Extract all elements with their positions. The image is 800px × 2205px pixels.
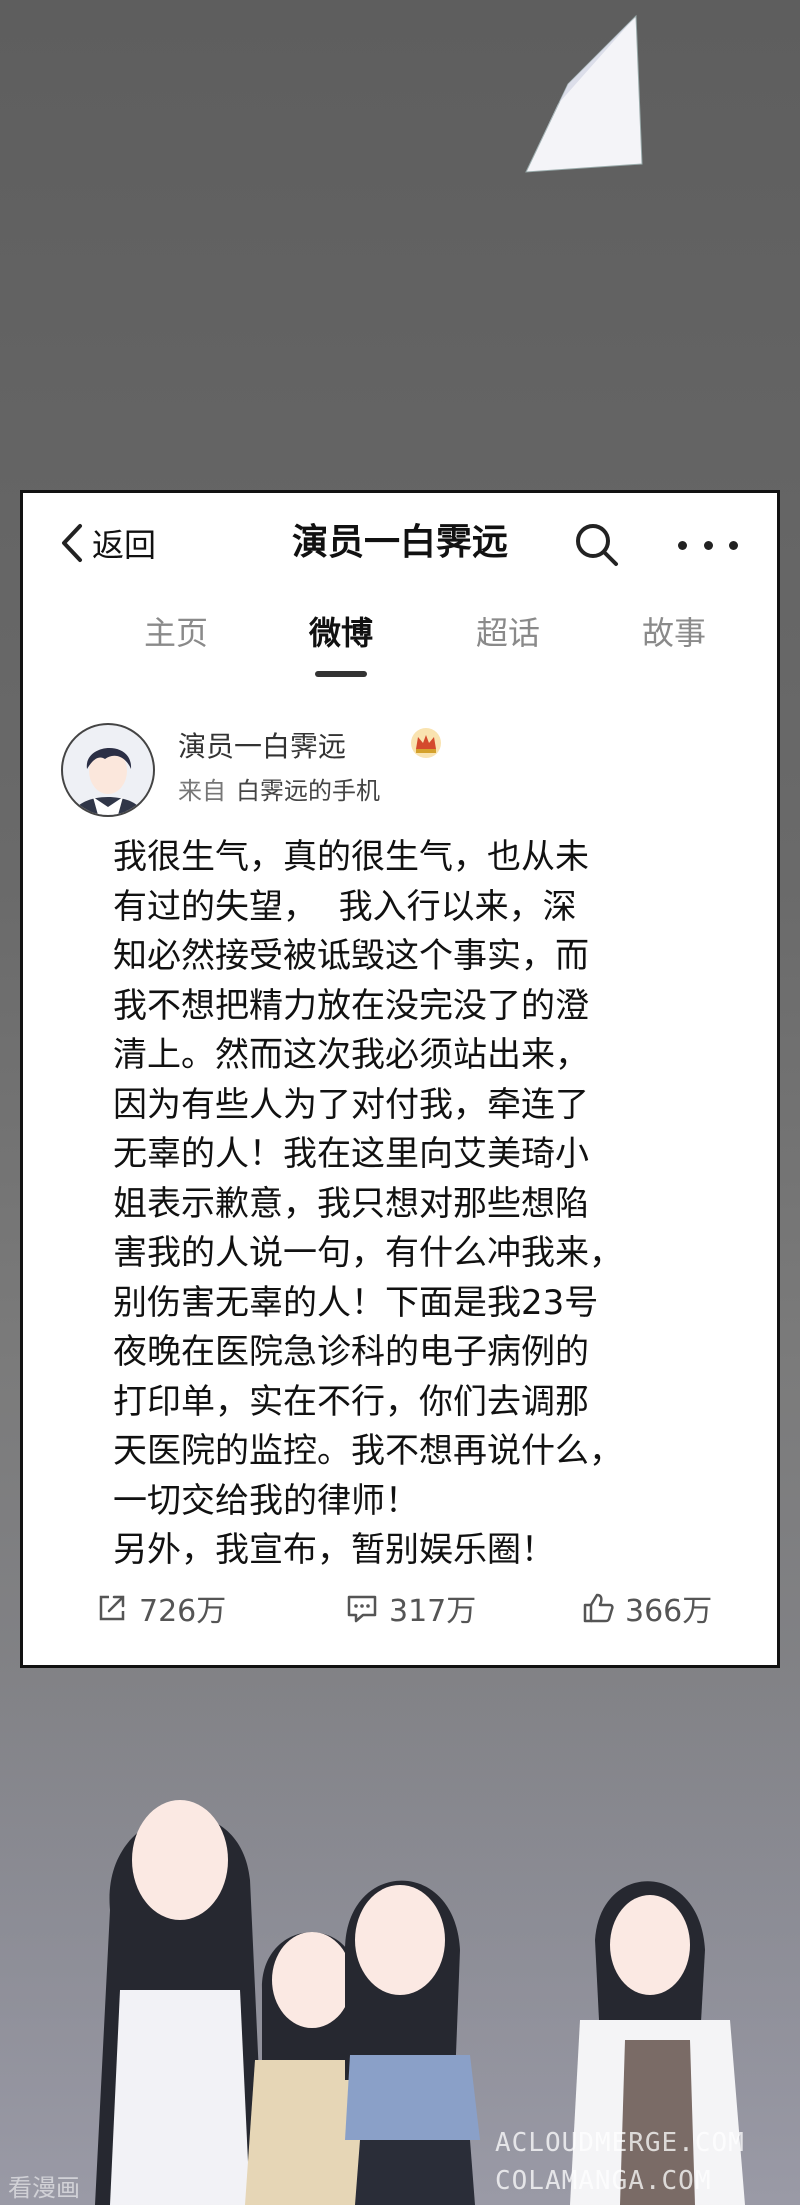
share-icon — [99, 1595, 125, 1621]
comment-icon — [347, 1595, 377, 1623]
post-line: 打印单，实在不行，你们去调那 — [113, 1381, 589, 1422]
tab-super-topic[interactable]: 超话 — [433, 603, 583, 663]
post-line: 别伤害无辜的人！下面是我23号 — [113, 1282, 599, 1323]
watermark-left: 看漫画 — [8, 2174, 80, 2202]
post-line: 无辜的人！我在这里向艾美琦小 — [113, 1134, 589, 1174]
like-count: 366万 — [625, 1594, 713, 1629]
post-line: 知必然接受被诋毁这个事实，而 — [113, 936, 589, 976]
paper-fragment-illustration — [525, 14, 643, 173]
avatar[interactable] — [61, 723, 155, 817]
watermark-line2: COLAMANGA.COM — [495, 2166, 712, 2196]
crown-badge-icon — [411, 728, 441, 758]
search-icon[interactable] — [573, 521, 621, 569]
weibo-profile-card: 返回 演员一白霁远 主页 微博 超话 故事 演员一白霁远 来自 白霁远的手机 我很… — [20, 490, 780, 1668]
comment-count: 317万 — [389, 1594, 477, 1629]
source-device: 白霁远的手机 — [236, 777, 380, 805]
post-line: 因为有些人为了对付我，牵连了 — [113, 1084, 589, 1125]
like-button[interactable]: 366万 — [581, 1578, 712, 1638]
share-count: 726万 — [139, 1594, 227, 1629]
watermark-line1: ACLOUDMERGE.COM — [495, 2128, 745, 2158]
post-source: 来自 白霁远的手机 — [178, 771, 380, 806]
tab-weibo[interactable]: 微博 — [266, 603, 416, 663]
post-line: 有过的失望， 我入行以来，深 — [113, 886, 577, 927]
post-line: 一切交给我的律师！ — [113, 1480, 419, 1521]
post-line: 清上。然而这次我必须站出来， — [113, 1035, 589, 1075]
post-body: 我很生气，真的很生气，也从未 有过的失望， 我入行以来，深 知必然接受被诋毁这个… — [113, 833, 713, 1576]
avatar-portrait-icon — [73, 747, 143, 815]
post-line: 姐表示歉意，我只想对那些想陷 — [113, 1183, 589, 1224]
source-prefix: 来自 — [178, 777, 226, 805]
thumbs-up-icon — [583, 1593, 614, 1623]
profile-tabs: 主页 微博 超话 故事 — [23, 603, 777, 683]
post-line: 我很生气，真的很生气，也从未 — [113, 837, 589, 877]
girls-illustration — [0, 1660, 800, 2205]
post-line: 夜晚在医院急诊科的电子病例的 — [113, 1332, 589, 1372]
post-line: 另外，我宣布，暂别娱乐圈！ — [113, 1530, 555, 1570]
post-line: 我不想把精力放在没完没了的澄 — [113, 985, 589, 1026]
tab-story[interactable]: 故事 — [599, 603, 749, 663]
active-tab-indicator — [315, 671, 367, 677]
tab-home[interactable]: 主页 — [101, 603, 251, 663]
page-title: 演员一白霁远 — [291, 522, 508, 563]
post-action-bar: 726万 317万 366万 — [23, 1578, 777, 1638]
post-line: 害我的人说一句，有什么冲我来， — [113, 1233, 623, 1273]
more-options-icon[interactable] — [678, 523, 738, 567]
top-nav-bar: 返回 演员一白霁远 — [23, 493, 777, 593]
share-button[interactable]: 726万 — [95, 1578, 226, 1638]
post-line: 天医院的监控。我不想再说什么， — [113, 1431, 623, 1471]
comment-button[interactable]: 317万 — [345, 1578, 476, 1638]
profile-name[interactable]: 演员一白霁远 — [178, 725, 346, 765]
